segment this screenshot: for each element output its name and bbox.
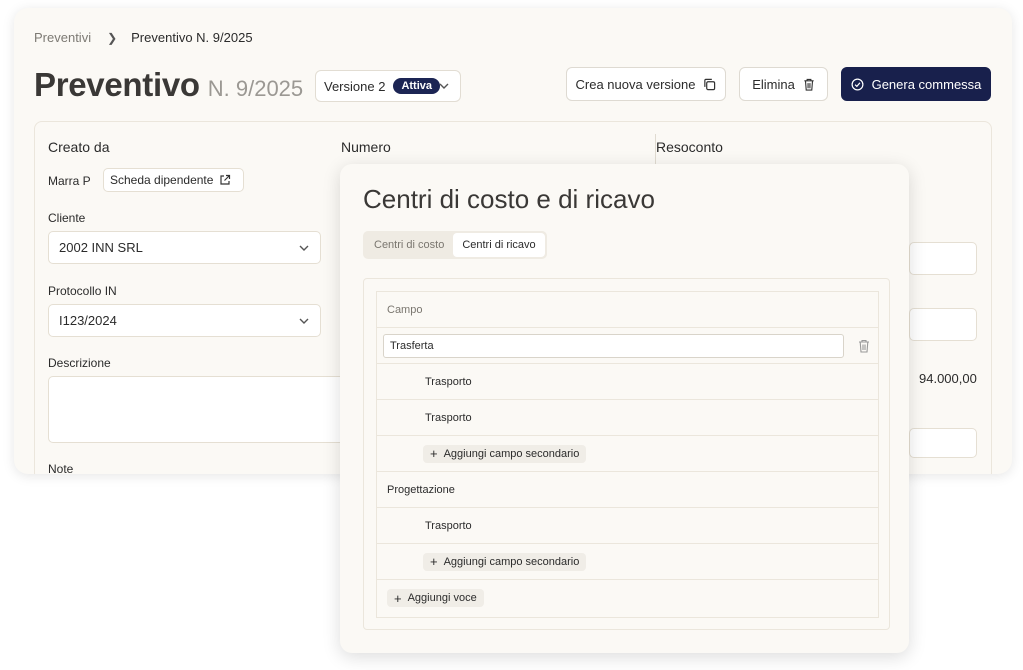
protocol-label: Protocollo IN [48,284,117,298]
column-header-campo: Campo [387,303,423,316]
plus-icon: + [430,446,438,461]
table-row[interactable]: Trasporto [377,508,878,544]
breadcrumb-link-preventivi[interactable]: Preventivi [34,30,91,45]
delete-label: Elimina [752,76,795,92]
modal-title: Centri di costo e di ricavo [363,184,655,214]
table-row-group: Trasferta [377,328,878,364]
description-label: Descrizione [48,356,111,370]
add-subfield-button[interactable]: + Aggiungi campo secondario [423,444,587,463]
client-label: Cliente [48,211,86,225]
table-row-add: + Aggiungi campo secondario [377,436,878,472]
subfield-name: Trasporto [425,411,472,424]
delete-button[interactable]: Elimina [739,67,828,101]
table-row[interactable]: Trasporto [377,400,878,436]
cost-revenue-centers-modal: Centri di costo e di ricavo Centri di co… [340,164,909,653]
protocol-value: I123/2024 [59,313,117,328]
generate-order-label: Genera commessa [871,76,982,92]
breadcrumb-current: Preventivo N. 9/2025 [131,30,253,45]
client-select[interactable]: 2002 INN SRL [48,231,321,264]
subfield-name: Trasporto [425,375,472,388]
status-badge: Attiva [393,78,440,94]
external-link-icon [220,174,231,185]
plus-icon: + [394,590,402,606]
add-item-label: Aggiungi voce [407,592,477,604]
table-row-group[interactable]: Progettazione [377,472,878,508]
tab-bar: Centri di costo Centri di ricavo [363,231,547,259]
new-version-button[interactable]: Crea nuova versione [566,67,726,101]
add-subfield-button[interactable]: + Aggiungi campo secondario [423,552,587,571]
subfield-name: Trasporto [425,519,472,532]
protocol-select[interactable]: I123/2024 [48,304,321,337]
employee-card-label: Scheda dipendente [110,173,214,187]
add-item-button[interactable]: + Aggiungi voce [387,589,484,607]
trash-icon[interactable] [858,339,870,353]
page-title-number: N. 9/2025 [207,76,304,101]
add-subfield-label: Aggiungi campo secondario [443,555,580,568]
centers-table-wrapper: Campo Trasferta Trasporto Trasporto + Ag… [363,278,890,630]
table-row[interactable]: Trasporto [377,364,878,400]
tab-revenue-centers[interactable]: Centri di ricavo [453,233,545,257]
new-version-label: Crea nuova versione [575,76,696,92]
breadcrumb: Preventivi ❯ Preventivo N. 9/2025 [34,30,253,45]
centers-table: Campo Trasferta Trasporto Trasporto + Ag… [376,291,879,618]
created-by-value: Marra P [48,174,91,188]
number-label: Numero [341,139,391,155]
employee-card-button[interactable]: Scheda dipendente [103,168,244,192]
chevron-down-icon [439,83,449,89]
plus-icon: + [430,554,438,569]
chevron-down-icon [299,318,309,324]
check-circle-icon [851,78,864,90]
generate-order-button[interactable]: Genera commessa [841,67,991,101]
created-by-label: Creato da [48,139,110,155]
version-select[interactable]: Versione 2 Attiva [315,70,461,102]
summary-field-3[interactable] [909,428,977,458]
summary-amount: 94.000,00 [919,371,977,386]
tab-cost-centers[interactable]: Centri di costo [365,233,453,257]
chevron-down-icon [299,245,309,251]
notes-label: Note [48,462,74,474]
summary-field-1[interactable] [909,242,977,275]
table-header: Campo [377,292,878,328]
group-name-input[interactable]: Trasferta [383,334,844,358]
summary-field-2[interactable] [909,308,977,341]
trash-icon [804,78,814,91]
client-value: 2002 INN SRL [59,240,143,255]
copy-icon [704,78,716,90]
group-name-value: Progettazione [387,483,455,496]
table-row-add-item: + Aggiungi voce [377,580,878,616]
group-name-value: Trasferta [390,340,434,352]
version-label: Versione 2 [324,78,386,94]
page-title-text: Preventivo [34,66,200,103]
add-subfield-label: Aggiungi campo secondario [443,447,580,460]
chevron-right-icon: ❯ [107,30,118,45]
description-textarea[interactable] [48,376,348,443]
summary-label: Resoconto [656,139,723,155]
table-row-add: + Aggiungi campo secondario [377,544,878,580]
page-title: Preventivo N. 9/2025 [34,66,303,104]
